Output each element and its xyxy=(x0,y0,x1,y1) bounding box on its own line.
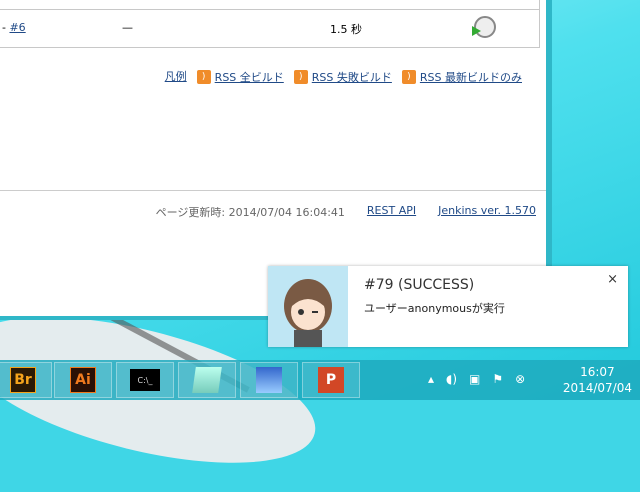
illustrator-icon: Ai xyxy=(70,367,96,393)
table-row: - #6 — 1.5 秒 xyxy=(0,9,540,47)
rss-icon: ) xyxy=(401,69,416,84)
flag-icon[interactable]: ⚑ xyxy=(492,372,503,386)
clock-time: 16:07 xyxy=(580,365,615,379)
close-icon[interactable]: × xyxy=(607,272,618,287)
system-tray: ▴ ◖) ▣ ⚑ ⊗ xyxy=(428,372,525,386)
avatar xyxy=(268,266,348,347)
notification-message: ユーザーanonymousが実行 xyxy=(364,302,505,315)
legend-link[interactable]: 凡例 xyxy=(165,68,187,84)
status-cell: — xyxy=(122,21,133,34)
rss-latest-link[interactable]: RSS 最新ビルドのみ xyxy=(420,71,522,84)
taskbar-app-illustrator[interactable]: Ai xyxy=(54,362,112,398)
bridge-icon: Br xyxy=(10,367,36,393)
volume-icon[interactable]: ◖) xyxy=(446,372,457,386)
footer-divider xyxy=(0,190,546,191)
show-hidden-icons-icon[interactable]: ▴ xyxy=(428,372,434,386)
taskbar-app-cmd[interactable]: C:\_ xyxy=(116,362,174,398)
clock-date: 2014/07/04 xyxy=(562,381,632,395)
build-history-table: - #6 — 1.5 秒 xyxy=(0,0,540,48)
clock[interactable]: 16:07 2014/07/04 xyxy=(563,364,632,396)
jenkins-version-link[interactable]: Jenkins ver. 1.570 xyxy=(438,204,536,220)
notes-icon xyxy=(192,367,222,393)
taskbar-app-bridge[interactable]: Br xyxy=(0,362,52,398)
build-link[interactable]: #6 xyxy=(9,21,25,34)
rest-api-link[interactable]: REST API xyxy=(367,204,416,220)
page-updated-text: ページ更新時: 2014/07/04 16:04:41 xyxy=(155,206,345,219)
rss-icon: ) xyxy=(196,69,211,84)
console-icon[interactable] xyxy=(472,16,496,38)
jenkins-tray-icon[interactable]: ⊗ xyxy=(515,372,525,386)
notification-title: #79 (SUCCESS) xyxy=(364,277,475,293)
rss-icon: ) xyxy=(293,69,308,84)
notification-toast[interactable]: #79 (SUCCESS) ユーザーanonymousが実行 × xyxy=(268,266,628,347)
taskbar-app-powerpoint[interactable]: P xyxy=(302,362,360,398)
powerpoint-icon: P xyxy=(318,367,344,393)
taskbar: Br Ai C:\_ P ▴ ◖) ▣ ⚑ ⊗ 16:07 2014/07/04 xyxy=(0,360,640,400)
page-footer: ページ更新時: 2014/07/04 16:04:41 REST API Jen… xyxy=(156,204,536,220)
feed-links: 凡例 ) RSS 全ビルド ) RSS 失敗ビルド ) RSS 最新ビルドのみ xyxy=(165,66,522,85)
rss-all-link[interactable]: RSS 全ビルド xyxy=(215,71,284,84)
taskbar-app-notes[interactable] xyxy=(178,362,236,398)
rss-failed-link[interactable]: RSS 失敗ビルド xyxy=(312,71,392,84)
remote-desktop-icon xyxy=(256,367,282,393)
network-icon[interactable]: ▣ xyxy=(469,372,480,386)
taskbar-app-remote-desktop[interactable] xyxy=(240,362,298,398)
command-prompt-icon: C:\_ xyxy=(130,369,160,391)
duration-cell: 1.5 秒 xyxy=(330,23,362,36)
